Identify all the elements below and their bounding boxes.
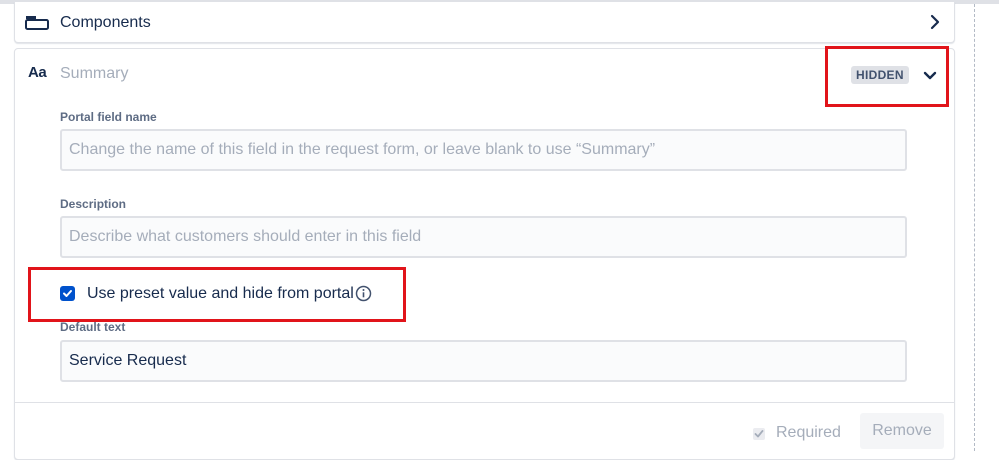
components-label: Components bbox=[60, 14, 151, 31]
description-label: Description bbox=[60, 197, 127, 211]
summary-field-title: Summary bbox=[60, 65, 129, 82]
chevron-right-icon[interactable] bbox=[930, 14, 940, 35]
required-label: Required bbox=[776, 424, 841, 441]
portal-field-name-placeholder: Change the name of this field in the req… bbox=[69, 141, 656, 158]
summary-field-header[interactable]: Aa Summary HIDDEN bbox=[15, 46, 954, 107]
components-field-row[interactable]: Components bbox=[14, 2, 955, 43]
required-check-icon bbox=[753, 428, 765, 440]
description-placeholder: Describe what customers should enter in … bbox=[69, 228, 422, 245]
summary-field-panel: Aa Summary HIDDEN Portal field name Chan… bbox=[14, 46, 955, 460]
highlight-box-hidden-badge bbox=[825, 46, 949, 107]
default-text-label: Default text bbox=[60, 320, 126, 334]
drop-zone-dashed-border bbox=[974, 4, 975, 451]
remove-button: Remove bbox=[860, 413, 944, 449]
panel-footer-divider bbox=[15, 402, 954, 403]
default-text-input[interactable]: Service Request bbox=[60, 340, 907, 382]
portal-field-name-input[interactable]: Change the name of this field in the req… bbox=[60, 129, 907, 171]
component-icon bbox=[25, 15, 49, 36]
default-text-value: Service Request bbox=[69, 352, 187, 369]
highlight-box-preset-option bbox=[28, 267, 406, 322]
text-type-icon: Aa bbox=[28, 64, 47, 81]
portal-field-name-label: Portal field name bbox=[60, 110, 157, 124]
description-input[interactable]: Describe what customers should enter in … bbox=[60, 216, 907, 258]
